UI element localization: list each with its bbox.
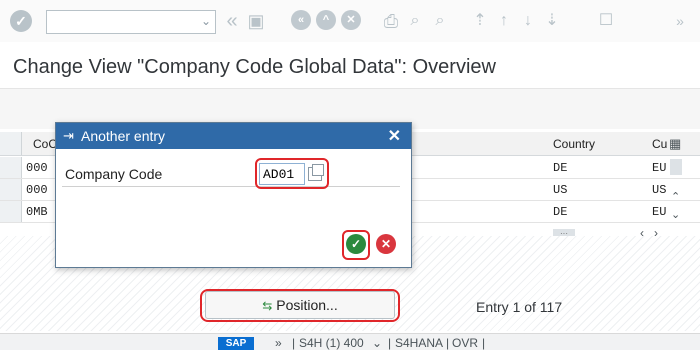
overflow-icon[interactable]: » [670,9,690,33]
cell-company-code: 000 [26,183,48,197]
highlight-box [200,289,400,322]
column-header-country[interactable]: Country [553,133,595,155]
scroll-up-icon[interactable]: ⌃ [671,190,680,203]
back-icon[interactable]: « [222,9,242,33]
input-mode[interactable]: OVR [452,336,478,350]
cell-currency: US [652,183,667,197]
column-header-company-code[interactable]: CoC [33,133,57,155]
page-title: Change View "Company Code Global Data": … [13,56,496,78]
entry-icon: ⇥ [63,128,74,143]
company-code-label: Company Code [65,166,163,182]
first-page-icon[interactable]: ⇡ [470,9,490,33]
toolbar: ✓ ⌄ « ▣ « ^ ✕ ⎙ ⌕ ⌕ ⇡ ↑ ↓ ⇣ ☐ » [0,0,700,42]
command-field[interactable]: ⌄ [46,10,216,34]
prev-page-icon[interactable]: ↑ [494,9,514,33]
row-selector[interactable] [0,179,22,200]
last-page-icon[interactable]: ⇣ [542,9,562,33]
column-header-currency[interactable]: Cu [652,133,670,155]
cell-company-code: 0MB [26,205,48,219]
dialog-title-bar[interactable]: ⇥ Another entry ✕ [56,123,411,149]
dialog-title: Another entry [81,128,166,144]
cell-currency: EU [652,161,667,175]
status-separator: | [446,336,450,350]
chevron-down-icon[interactable]: ⌄ [201,14,211,28]
another-entry-dialog: ⇥ Another entry ✕ Company Code ✓ ✕ [55,122,412,268]
select-all-column[interactable] [0,132,22,155]
command-input[interactable] [47,11,192,33]
new-session-icon[interactable]: ☐ [595,9,617,33]
status-bar: SAP » | S4H (1) 400 ⌄ | S4HANA | OVR | [0,333,700,350]
row-selector[interactable] [0,157,22,178]
cell-country: US [553,183,568,197]
system-info[interactable]: S4H (1) 400 [299,336,364,350]
server-info: S4HANA [395,336,444,350]
cell-country: DE [553,205,568,219]
cancel-icon[interactable]: ✕ [341,10,361,30]
highlight-box [255,158,329,189]
entry-counter: Entry 1 of 117 [476,299,563,315]
save-icon[interactable]: ▣ [246,9,266,33]
close-icon[interactable]: ✕ [388,126,401,146]
cell-company-code: 000 [26,161,48,175]
find-next-icon[interactable]: ⌕ [429,9,451,33]
back-nav-icon[interactable]: « [291,10,311,30]
field-underline [62,186,400,187]
exit-icon[interactable]: ^ [316,10,336,30]
sap-logo: SAP [218,337,254,350]
scroll-down-icon[interactable]: ⌄ [671,208,680,221]
find-icon[interactable]: ⌕ [405,9,425,33]
cell-country: DE [553,161,568,175]
next-page-icon[interactable]: ↓ [518,9,538,33]
status-separator: | [482,336,486,350]
print-icon[interactable]: ⎙ [381,9,401,33]
system-info-chevron-icon[interactable]: ⌄ [372,336,382,350]
cell-currency: EU [652,205,667,219]
cancel-circle-icon[interactable]: ✕ [376,234,396,254]
status-separator: | [388,336,392,350]
check-circle-icon[interactable]: ✓ [10,10,32,32]
row-selector[interactable] [0,201,22,222]
expand-status-icon[interactable]: » [275,336,282,350]
vertical-scrollbar-thumb[interactable] [670,159,682,175]
column-settings-icon[interactable]: ▦ [669,133,681,155]
highlight-box [342,230,370,260]
status-separator: | [292,336,296,350]
